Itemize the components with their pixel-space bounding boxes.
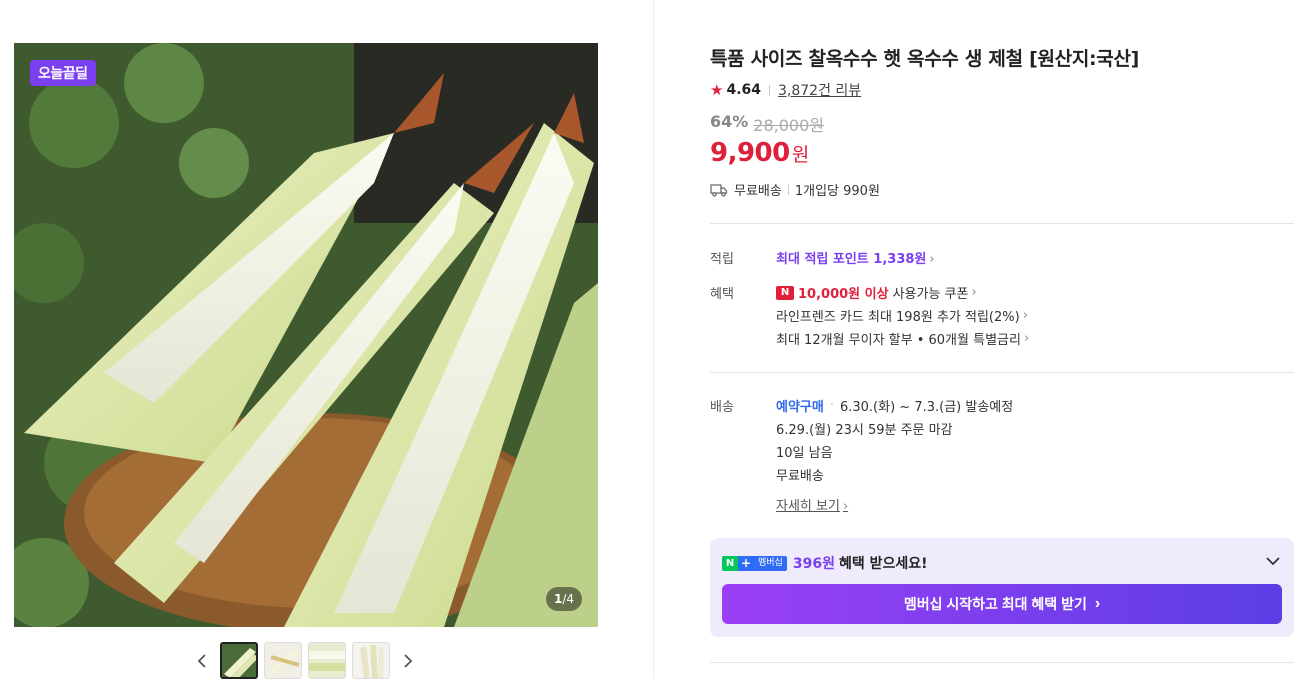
- corn-photo: [14, 43, 598, 627]
- review-count-link[interactable]: 3,872건 리뷰: [778, 80, 861, 100]
- section-divider: [710, 223, 1294, 224]
- sale-price: 9,900: [710, 138, 790, 168]
- membership-button-label: 멤버십 시작하고 최대 혜택 받기: [903, 596, 1087, 612]
- delivery-detail-text: 자세히 보기: [776, 499, 840, 514]
- chevron-right-icon: ›: [1023, 331, 1030, 346]
- coupon-benefit[interactable]: N 10,000원 이상 사용가능 쿠폰 ›: [776, 283, 977, 302]
- original-price: 28,000원: [753, 116, 825, 135]
- chevron-left-icon[interactable]: [190, 649, 214, 673]
- card-benefit-text: 라인프렌즈 카드 최대 198원 추가 적립(2%): [776, 310, 1020, 325]
- delivery-schedule-text: 6.30.(화) ~ 7.3.(금) 발송예정: [839, 400, 1014, 415]
- dot-separator: ·: [829, 398, 834, 413]
- plus-icon: +: [738, 555, 754, 571]
- shipping-summary: 무료배송 1개입당 990원: [710, 180, 880, 199]
- product-main-image[interactable]: 오늘끝딜 1/4: [14, 43, 598, 627]
- days-remaining: 10일 남음: [776, 446, 833, 461]
- points-text: 최대 적립 포인트 1,338원: [776, 252, 927, 267]
- thumbnail-1[interactable]: [220, 642, 258, 679]
- order-deadline: 6.29.(월) 23시 59분 주문 마감: [776, 423, 953, 438]
- delivery-detail-link[interactable]: 자세히 보기 ›: [776, 495, 848, 514]
- price-row: 9,900 원: [710, 138, 809, 168]
- thumbnail-3[interactable]: [308, 642, 346, 679]
- divider: [787, 184, 789, 195]
- installment-benefit[interactable]: 최대 12개월 무이자 할부 • 60개월 특별금리 ›: [776, 329, 1029, 348]
- delivery-label: 배송: [710, 400, 734, 415]
- chevron-right-icon: ›: [1094, 595, 1101, 612]
- membership-promo: N + 멤버십 396원 혜택 받으세요! 멤버십 시작하고 최대 혜택 받기 …: [710, 538, 1294, 637]
- unit-price-text: 1개입당 990원: [794, 184, 880, 199]
- delivery-fee: 무료배송: [776, 469, 824, 484]
- shipping-fee-text: 무료배송: [734, 184, 782, 199]
- thumbnail-2[interactable]: [264, 642, 302, 679]
- image-page-counter: 1/4: [545, 587, 582, 611]
- discount-row: 64% 28,000원: [710, 112, 824, 136]
- chevron-right-icon: ›: [1022, 308, 1028, 323]
- image-page-total: /4: [562, 592, 574, 606]
- membership-amount: 396원: [792, 556, 835, 572]
- thumbnail-strip: [190, 642, 420, 679]
- chevron-right-icon: ›: [842, 499, 849, 514]
- installment-text: 최대 12개월 무이자 할부 • 60개월 특별금리: [776, 333, 1021, 348]
- chevron-right-icon: ›: [929, 252, 935, 267]
- divider: [769, 84, 770, 96]
- rating-row: ★ 4.64 3,872건 리뷰: [710, 80, 861, 100]
- chevron-down-icon[interactable]: [1264, 552, 1282, 570]
- points-link[interactable]: 최대 적립 포인트 1,338원 ›: [776, 248, 935, 267]
- coupon-text: 사용가능 쿠폰: [892, 287, 969, 302]
- naver-n-icon: N: [722, 555, 738, 571]
- coupon-threshold: 10,000원 이상: [798, 287, 889, 302]
- membership-header: N + 멤버십 396원 혜택 받으세요!: [722, 553, 928, 573]
- points-label: 적립: [710, 252, 734, 267]
- chevron-right-icon[interactable]: [396, 649, 420, 673]
- membership-tag: 멤버십: [754, 555, 787, 571]
- rating-value: 4.64: [726, 82, 761, 98]
- truck-icon: [710, 183, 728, 197]
- section-divider: [710, 662, 1294, 663]
- pre-order-tag: 예약구매: [776, 400, 824, 415]
- chevron-right-icon: ›: [971, 285, 977, 300]
- price-unit: 원: [791, 144, 810, 166]
- star-icon: ★: [710, 81, 724, 99]
- discount-rate: 64%: [710, 112, 749, 131]
- start-membership-button[interactable]: 멤버십 시작하고 최대 혜택 받기 ›: [722, 584, 1282, 624]
- section-divider: [710, 372, 1294, 373]
- delivery-schedule: 예약구매 · 6.30.(화) ~ 7.3.(금) 발송예정: [776, 396, 1013, 415]
- membership-text: 혜택 받으세요!: [838, 556, 928, 572]
- naver-coupon-icon: N: [776, 285, 794, 300]
- card-benefit[interactable]: 라인프렌즈 카드 최대 198원 추가 적립(2%) ›: [776, 306, 1028, 325]
- benefits-label: 혜택: [710, 287, 734, 302]
- image-gallery: 오늘끝딜 1/4: [0, 0, 654, 679]
- thumbnail-4[interactable]: [352, 642, 390, 679]
- today-deal-badge: 오늘끝딜: [30, 60, 96, 86]
- product-title: 특품 사이즈 찰옥수수 햇 옥수수 생 제철 [원산지:국산]: [710, 48, 1140, 70]
